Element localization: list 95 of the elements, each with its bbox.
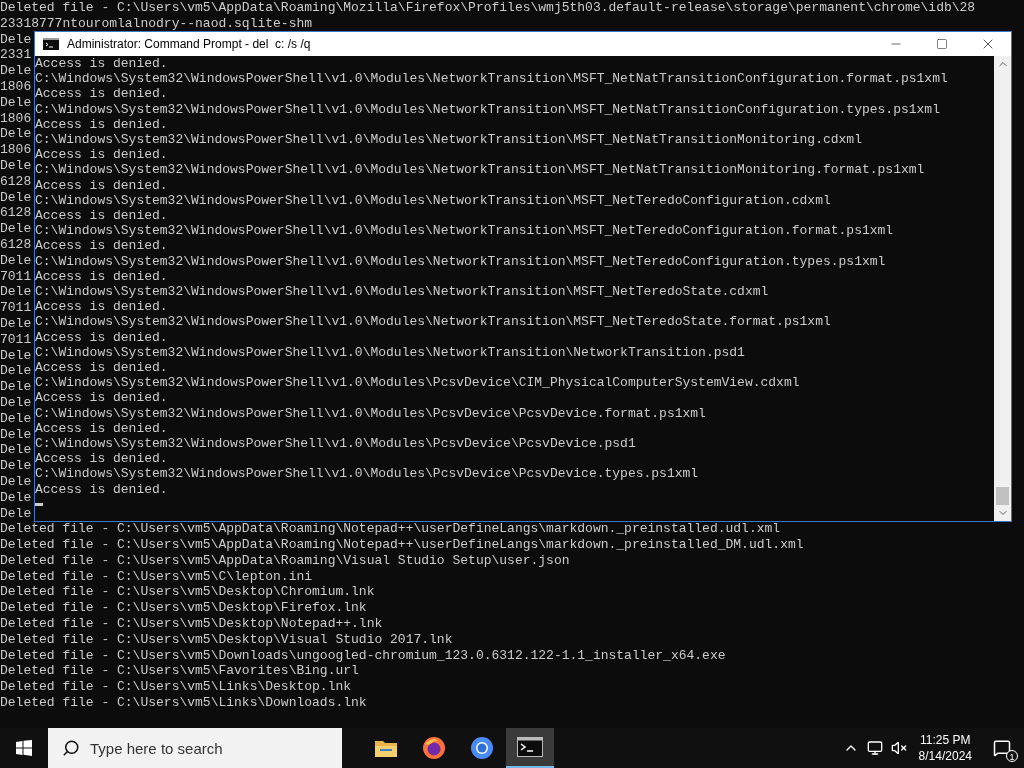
console-line: 7011 bbox=[0, 300, 32, 316]
console-line: C:\Windows\System32\WindowsPowerShell\v1.0\Modules\PcsvDevice\PcsvDevice.types.ps1xml bbox=[35, 466, 699, 482]
console-line: Access is denied. bbox=[35, 177, 168, 193]
console-line: Access is denied. bbox=[35, 420, 168, 437]
console-line: 7011 bbox=[0, 268, 32, 285]
console-line: 1806 bbox=[0, 79, 32, 95]
console-line: Dele bbox=[0, 442, 32, 459]
console-line: Deleted file - C:\Users\vm5\AppData\Roaming\Visual Studio Setup\user.json bbox=[0, 552, 570, 569]
console-line: Deleted file - C:\Users\vm5\AppData\Roaming\Mozilla\Firefox\Profiles\wmj5th03.default-release\storage\permanent\chrome\idb\28 bbox=[0, 0, 976, 16]
console-line: Deleted file - C:\Users\vm5\C\lepton.ini bbox=[0, 568, 313, 585]
console-line: Dele bbox=[0, 410, 32, 427]
console-line: C:\Windows\System32\WindowsPowerShell\v1.0\Modules\NetworkTransition\MSFT_NetTeredoState.cdxml bbox=[35, 284, 769, 300]
console-line: C:\Windows\System32\WindowsPowerShell\v1.0\Modules\NetworkTransition\MSFT_NetNatTransitionMonitoring.format.ps1xml bbox=[35, 162, 925, 178]
console-line: Access is denied. bbox=[35, 299, 168, 315]
console-line: Access is denied. bbox=[35, 268, 168, 285]
clock[interactable]: 11:25 PM 8/14/2024 bbox=[918, 732, 972, 764]
console-line: Access is denied. bbox=[35, 481, 168, 497]
console-line: Access is denied. bbox=[35, 238, 168, 254]
console-line: Access is denied. bbox=[35, 360, 168, 376]
search-field[interactable]: Type here to search bbox=[48, 728, 342, 768]
console-line: C:\Windows\System32\WindowsPowerShell\v1.0\Modules\NetworkTransition\MSFT_NetNatTransitionConfiguration.format.ps1xml bbox=[35, 71, 948, 87]
console-line: 6128 bbox=[0, 205, 32, 222]
console-line: Access is denied. bbox=[35, 329, 168, 345]
console-line: Access is denied. bbox=[35, 451, 168, 467]
console-line: C:\Windows\System32\WindowsPowerShell\v1.0\Modules\NetworkTransition\MSFT_NetNatTransitionConfiguration.types.ps1xml bbox=[35, 101, 940, 117]
console-line: C:\Windows\System32\WindowsPowerShell\v1.0\Modules\PcsvDevice\PcsvDevice.psd1 bbox=[35, 436, 636, 452]
console-line: C:\Windows\System32\WindowsPowerShell\v1.0\Modules\NetworkTransition\NetworkTransition.psd1 bbox=[35, 344, 745, 361]
browser-icon bbox=[422, 736, 446, 760]
console-line: Dele bbox=[0, 347, 32, 364]
console-line: Deleted file - C:\Users\vm5\Desktop\Firefox.lnk bbox=[0, 600, 367, 617]
console-line: Dele bbox=[0, 505, 32, 522]
search-icon bbox=[62, 739, 80, 757]
console-line: Deleted file - C:\Users\vm5\Favorites\Bing.url bbox=[0, 663, 359, 680]
console-line: 1806 bbox=[0, 110, 32, 127]
console-line: 23318777ntouromlalnodry--naod.sqlite-shm bbox=[0, 15, 313, 32]
console-line: Dele bbox=[0, 189, 32, 206]
console-line: Dele bbox=[0, 252, 32, 269]
console-line: Deleted file - C:\Users\vm5\Desktop\Notepad++.lnk bbox=[0, 616, 383, 632]
console-line: Dele bbox=[0, 284, 32, 301]
console-line: Deleted file - C:\Users\vm5\Desktop\Chromium.lnk bbox=[0, 584, 375, 601]
console-line: 1806 bbox=[0, 142, 32, 158]
clock-date: 8/14/2024 bbox=[918, 748, 972, 764]
console-line: 6128 bbox=[0, 236, 32, 253]
console-line: Dele bbox=[0, 489, 32, 506]
notification-count: 1 bbox=[1006, 750, 1018, 762]
scrollbar[interactable] bbox=[994, 56, 1011, 521]
volume-muted-icon[interactable] bbox=[890, 740, 907, 756]
console-line: Dele bbox=[0, 363, 32, 380]
windows-logo-icon bbox=[16, 740, 32, 756]
terminal-icon bbox=[517, 737, 543, 757]
console-line: C:\Windows\System32\WindowsPowerShell\v1.0\Modules\NetworkTransition\MSFT_NetTeredoState.format.ps1xml bbox=[35, 314, 831, 330]
console-line: Dele bbox=[0, 221, 32, 237]
console-line: Deleted file - C:\Users\vm5\Downloads\ungoogled-chromium_123.0.6312.122-1.1_installer_x64.exe bbox=[0, 647, 726, 664]
network-icon[interactable] bbox=[866, 740, 883, 756]
console-line: Dele bbox=[0, 63, 32, 79]
console-line: C:\Windows\System32\WindowsPowerShell\v1.0\Modules\NetworkTransition\MSFT_NetTeredoConfiguration.types.ps1xml bbox=[35, 253, 886, 269]
console-line: Dele bbox=[0, 426, 32, 443]
console-line: Dele bbox=[0, 94, 32, 111]
console-line: Dele bbox=[0, 379, 32, 395]
notifications-icon[interactable] bbox=[993, 739, 1011, 757]
console-line: C:\Windows\System32\WindowsPowerShell\v1.0\Modules\NetworkTransition\MSFT_NetTeredoConfiguration.format.ps1xml bbox=[35, 223, 894, 239]
console-line: Dele bbox=[0, 126, 32, 143]
console-line: Dele bbox=[0, 315, 32, 332]
taskbar-app-button[interactable] bbox=[506, 728, 554, 768]
console-line: C:\Windows\System32\WindowsPowerShell\v1.0\Modules\NetworkTransition\MSFT_NetTeredoConfiguration.cdxml bbox=[35, 192, 831, 209]
console-line: Dele bbox=[0, 157, 32, 174]
console-line: Access is denied. bbox=[35, 56, 168, 72]
console-line: C:\Windows\System32\WindowsPowerShell\v1.0\Modules\PcsvDevice\PcsvDevice.format.ps1xml bbox=[35, 405, 706, 421]
scrollbar-thumb[interactable] bbox=[996, 487, 1009, 505]
clock-time: 11:25 PM bbox=[920, 732, 971, 748]
console-line: Access is denied. bbox=[35, 86, 168, 102]
console-line: Deleted file - C:\Users\vm5\Links\Desktop.lnk bbox=[0, 679, 352, 696]
console-line: 6128 bbox=[0, 173, 32, 190]
console-line: Access is denied. bbox=[35, 208, 168, 224]
text-cursor bbox=[35, 502, 43, 506]
console-line: Dele bbox=[0, 31, 32, 48]
terminal-icon bbox=[43, 38, 59, 50]
console-line: C:\Windows\System32\WindowsPowerShell\v1.0\Modules\PcsvDevice\CIM_PhysicalComputerSystemView.cdxml bbox=[35, 375, 800, 391]
console-line: 7011 bbox=[0, 331, 32, 348]
console-line: Access is denied. bbox=[35, 116, 168, 132]
console-line: Deleted file - C:\Users\vm5\AppData\Roaming\Notepad++\userDefineLangs\markdown._preinstalled.udl.xml bbox=[0, 521, 781, 538]
console-line: Dele bbox=[0, 473, 32, 490]
folder-icon bbox=[374, 738, 398, 758]
console-line: Deleted file - C:\Users\vm5\Links\Downloads.lnk bbox=[0, 695, 367, 711]
maximize-icon bbox=[936, 38, 948, 50]
console-line: Access is denied. bbox=[35, 390, 168, 406]
console-line: Dele bbox=[0, 394, 32, 411]
console-line: 2331 bbox=[0, 47, 32, 64]
console-line: Access is denied. bbox=[35, 147, 168, 163]
browser-icon bbox=[470, 736, 494, 760]
console-line: Deleted file - C:\Users\vm5\Desktop\Visual Studio 2017.lnk bbox=[0, 631, 453, 648]
console-line: Dele bbox=[0, 458, 32, 474]
console-line: C:\Windows\System32\WindowsPowerShell\v1.0\Modules\NetworkTransition\MSFT_NetNatTransitionMonitoring.cdxml bbox=[35, 132, 862, 148]
console-line: Deleted file - C:\Users\vm5\AppData\Roaming\Notepad++\userDefineLangs\markdown._preinstalled_DM.udl.xml bbox=[0, 537, 804, 553]
window-title: Administrator: Command Prompt - del c: /s /q bbox=[67, 36, 311, 53]
